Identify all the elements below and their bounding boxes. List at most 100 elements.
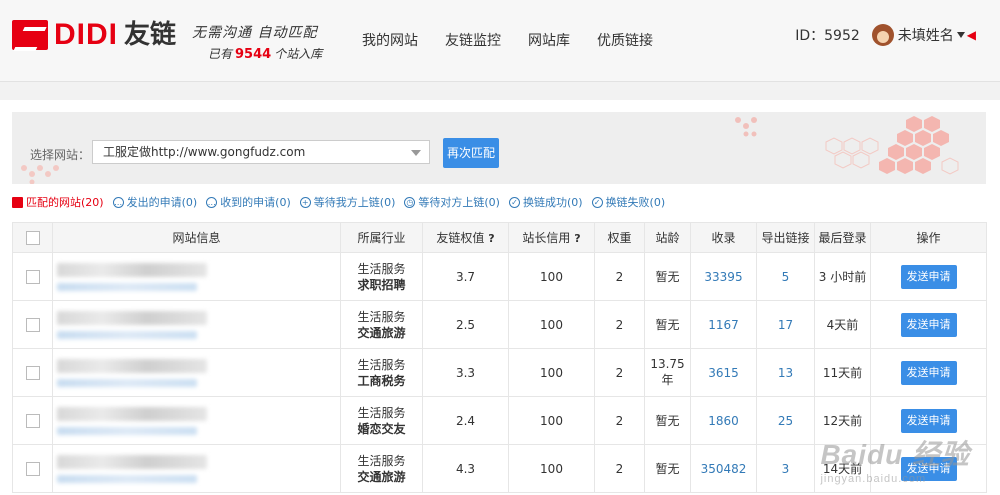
speaker-icon[interactable]: ◀ bbox=[967, 28, 976, 42]
table-row: 生活服务 求职招聘 3.7 100 2 暂无 33395 5 3 小时前 发送申请 bbox=[12, 252, 987, 301]
tab-label: 匹配的网站(20) bbox=[26, 196, 104, 209]
site-select[interactable]: 工服定做http://www.gongfudz.com bbox=[92, 140, 430, 164]
user-box: ID：5952 未填姓名 ◀ bbox=[795, 24, 976, 46]
nav-quality-links[interactable]: 优质链接 bbox=[597, 30, 653, 50]
main-panel: 选择网站： 工服定做http://www.gongfudz.com 再次匹配 匹… bbox=[0, 100, 1000, 495]
nav-site-library[interactable]: 网站库 bbox=[528, 30, 570, 50]
help-icon[interactable]: ? bbox=[488, 232, 494, 245]
row-checkbox[interactable] bbox=[25, 269, 40, 284]
industry-sub: 工商税务 bbox=[357, 373, 406, 388]
user-name[interactable]: 未填姓名 bbox=[898, 25, 954, 45]
blurred-site-info bbox=[57, 454, 227, 483]
table-row: 生活服务 工商税务 3.3 100 2 13.75年 3615 13 11天前 发… bbox=[12, 348, 987, 397]
send-request-button[interactable]: 发送申请 bbox=[900, 360, 957, 385]
credit-cell: 100 bbox=[508, 252, 595, 301]
dots-decoration bbox=[21, 165, 59, 184]
credit-cell: 100 bbox=[508, 300, 595, 349]
tab-label: 收到的申请(0) bbox=[220, 196, 291, 209]
tab-exchange-success[interactable]: ✓ 换链成功(0) bbox=[508, 194, 583, 210]
main-nav: 我的网站 友链监控 网站库 优质链接 bbox=[362, 30, 680, 50]
tab-waiting-their-link[interactable]: ◷ 等待对方上链(0) bbox=[404, 194, 500, 210]
didi-logo[interactable]: DIDI 友链 bbox=[12, 20, 176, 50]
baidu-watermark: Baidu 经验 jingyan.baidu.com bbox=[820, 433, 970, 485]
weight-cell: 2.5 bbox=[422, 300, 509, 349]
tab-sent-requests[interactable]: … 发出的申请(0) bbox=[112, 194, 197, 210]
indexed-link[interactable]: 3615 bbox=[708, 366, 739, 380]
header-credit[interactable]: 站长信用 ? bbox=[508, 222, 595, 253]
weight-cell: 3.3 bbox=[422, 348, 509, 397]
indexed-link[interactable]: 350482 bbox=[701, 462, 747, 476]
industry-cell: 生活服务 交通旅游 bbox=[340, 300, 423, 349]
outlinks-link[interactable]: 3 bbox=[782, 462, 790, 476]
nav-my-sites[interactable]: 我的网站 bbox=[362, 30, 418, 50]
indexed-link[interactable]: 33395 bbox=[704, 270, 742, 284]
table-header-row: 网站信息 所属行业 友链权值 ? 站长信用 ? 权重 站龄 收录 导出链接 最后… bbox=[12, 222, 987, 253]
credit-cell: 100 bbox=[508, 396, 595, 445]
header-outlinks: 导出链接 bbox=[756, 222, 815, 253]
outlinks-link[interactable]: 5 bbox=[782, 270, 790, 284]
clock-icon: ◷ bbox=[404, 196, 416, 208]
site-info-cell bbox=[52, 252, 341, 301]
header-label: 站长信用 bbox=[522, 231, 571, 245]
indexed-link[interactable]: 1860 bbox=[708, 414, 739, 428]
tab-received-requests[interactable]: … 收到的申请(0) bbox=[206, 194, 291, 210]
site-info-cell bbox=[52, 396, 341, 445]
outlinks-link[interactable]: 25 bbox=[778, 414, 793, 428]
industry: 生活服务 bbox=[357, 453, 406, 468]
industry-cell: 生活服务 求职招聘 bbox=[340, 252, 423, 301]
row-select-cell bbox=[12, 348, 53, 397]
header-indexed: 收录 bbox=[690, 222, 757, 253]
row-checkbox[interactable] bbox=[25, 317, 40, 332]
top-header: DIDI 友链 无需沟通 自动匹配 已有 9544 个站入库 我的网站 友链监控 网… bbox=[0, 0, 1000, 82]
stack-icon bbox=[12, 196, 23, 208]
site-filter-bar: 选择网站： 工服定做http://www.gongfudz.com 再次匹配 bbox=[12, 112, 986, 184]
tab-waiting-our-link[interactable]: + 等待我方上链(0) bbox=[299, 194, 395, 210]
row-checkbox[interactable] bbox=[25, 365, 40, 380]
send-request-button[interactable]: 发送申请 bbox=[900, 264, 957, 289]
blurred-site-info bbox=[57, 406, 227, 435]
weight-cell: 2.4 bbox=[422, 396, 509, 445]
indexed-cell: 1860 bbox=[690, 396, 757, 445]
chat-filled-icon: … bbox=[206, 196, 218, 208]
outlinks-cell: 13 bbox=[756, 348, 815, 397]
outlinks-link[interactable]: 13 bbox=[778, 366, 793, 380]
rank-cell: 2 bbox=[594, 444, 645, 493]
watermark-big: Baidu 经验 bbox=[820, 439, 970, 470]
header-rank: 权重 bbox=[594, 222, 645, 253]
outlinks-link[interactable]: 17 bbox=[778, 318, 793, 332]
send-request-button[interactable]: 发送申请 bbox=[900, 408, 957, 433]
action-cell: 发送申请 bbox=[870, 300, 987, 349]
indexed-cell: 1167 bbox=[690, 300, 757, 349]
tab-exchange-failed[interactable]: ✓ 换链失败(0) bbox=[591, 194, 665, 210]
slogan-line1: 无需沟通 自动匹配 bbox=[192, 25, 318, 41]
blurred-site-info bbox=[57, 310, 227, 339]
hexagon-decoration bbox=[735, 116, 959, 175]
logo-text: DIDI bbox=[54, 18, 118, 51]
header-weight-value[interactable]: 友链权值 ? bbox=[422, 222, 509, 253]
industry-sub: 交通旅游 bbox=[357, 325, 406, 340]
avatar[interactable] bbox=[871, 24, 894, 46]
site-info-cell bbox=[52, 348, 341, 397]
action-cell: 发送申请 bbox=[870, 348, 987, 397]
rematch-button[interactable]: 再次匹配 bbox=[443, 138, 499, 168]
check-circle-icon: ✓ bbox=[591, 196, 603, 208]
header-action: 操作 bbox=[870, 222, 987, 253]
header-age: 站龄 bbox=[644, 222, 691, 253]
indexed-cell: 33395 bbox=[690, 252, 757, 301]
outlinks-cell: 25 bbox=[756, 396, 815, 445]
chevron-down-icon bbox=[411, 150, 421, 156]
nav-link-monitor[interactable]: 友链监控 bbox=[445, 30, 501, 50]
chat-icon: … bbox=[112, 196, 124, 208]
industry-sub: 交通旅游 bbox=[357, 469, 406, 484]
select-all-checkbox[interactable] bbox=[25, 230, 40, 245]
chevron-down-icon[interactable] bbox=[956, 32, 965, 38]
header-last-login: 最后登录 bbox=[814, 222, 871, 253]
indexed-link[interactable]: 1167 bbox=[708, 318, 739, 332]
tab-matched-sites[interactable]: 匹配的网站(20) bbox=[12, 194, 104, 210]
site-count: 9544 bbox=[235, 47, 272, 62]
help-icon[interactable]: ? bbox=[574, 232, 580, 245]
plus-circle-icon: + bbox=[299, 196, 311, 208]
row-checkbox[interactable] bbox=[25, 413, 40, 428]
row-checkbox[interactable] bbox=[25, 461, 40, 476]
send-request-button[interactable]: 发送申请 bbox=[900, 312, 957, 337]
